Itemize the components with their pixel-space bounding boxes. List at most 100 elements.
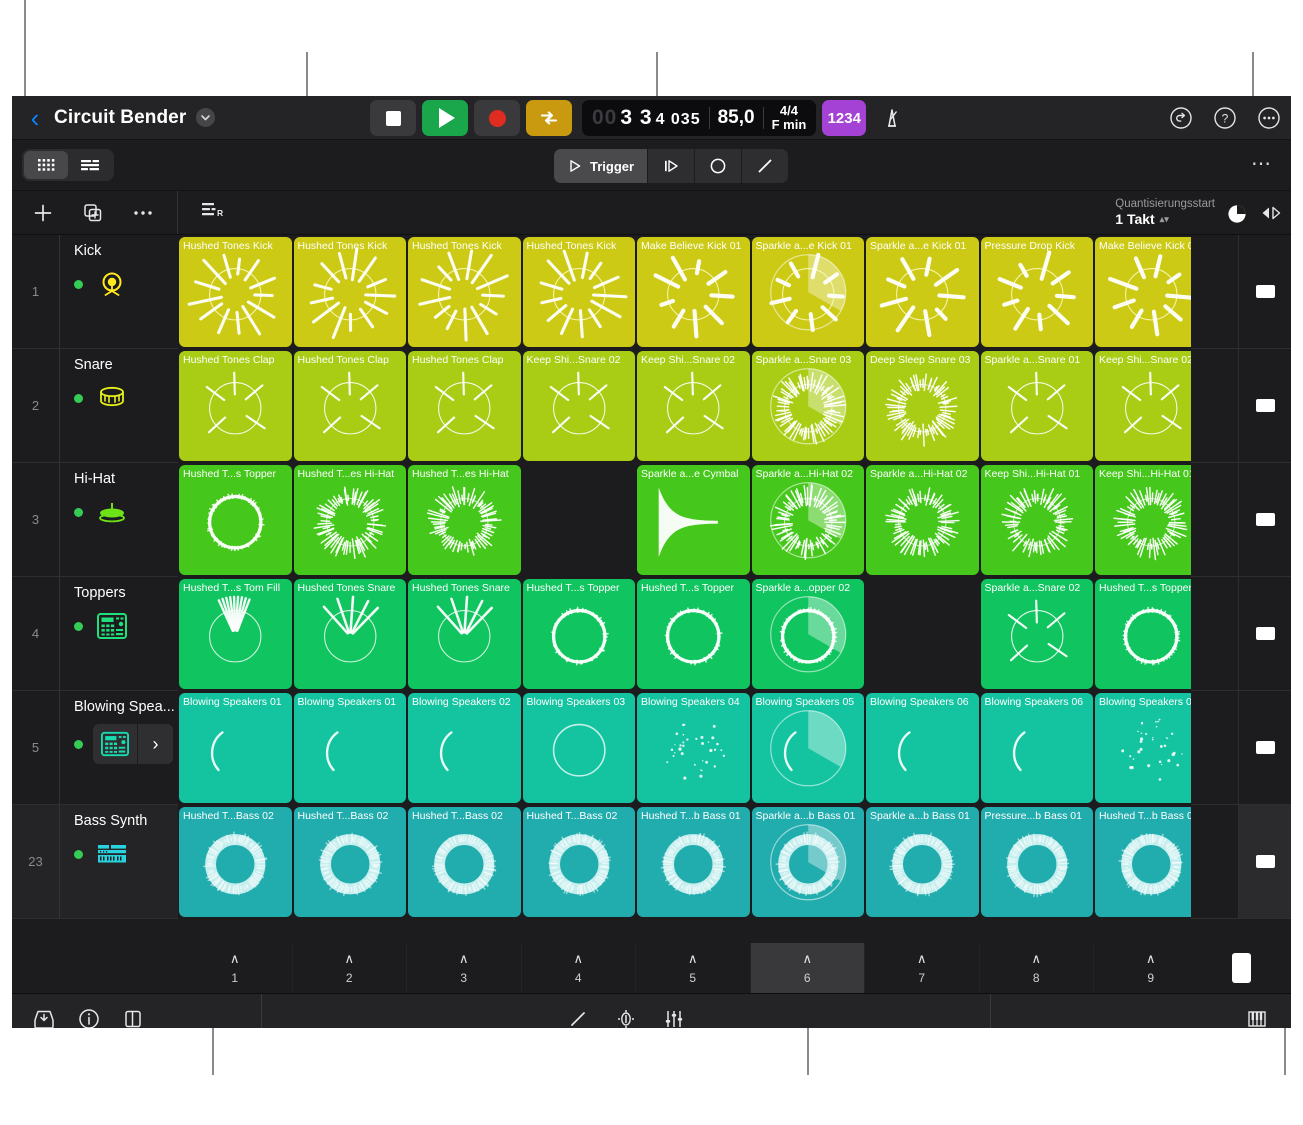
track-header-hihat[interactable]: 3 Hi-Hat <box>12 463 178 577</box>
more-circle-icon[interactable] <box>1257 106 1281 130</box>
stop-square-icon[interactable] <box>1255 855 1275 868</box>
track-enable-led[interactable] <box>74 393 83 403</box>
grid-cell[interactable]: Deep Sleep Snare 03 <box>865 349 980 463</box>
scene-trigger[interactable]: ∧ 9 <box>1094 943 1191 993</box>
grid-cell[interactable]: Hushed Tones Kick <box>178 235 293 349</box>
clip-cell[interactable]: Keep Shi...Snare 02 <box>522 351 635 461</box>
clip-cell[interactable]: Hushed Tones Snare <box>408 579 521 689</box>
drum-machine-icon[interactable] <box>93 610 131 642</box>
clip-cell[interactable]: Hushed T...s Topper <box>179 465 292 575</box>
grid-cell[interactable]: Blowing Speakers 03 <box>522 691 637 805</box>
clip-cell[interactable]: Make Believe Kick 01 <box>1095 237 1191 347</box>
empty-clip-slot[interactable] <box>866 579 979 689</box>
row-settings-icon[interactable]: R <box>178 200 224 225</box>
grid-cell[interactable]: Sparkle a...b Bass 01 <box>865 805 980 919</box>
kick-drum-icon[interactable] <box>93 268 131 300</box>
track-header-kick[interactable]: 1 Kick <box>12 235 178 349</box>
count-in-button[interactable]: 1234 <box>822 100 867 136</box>
help-icon[interactable]: ? <box>1213 106 1237 130</box>
chevron-right-icon[interactable]: › <box>137 724 173 764</box>
clip-cell[interactable]: Hushed Tones Kick <box>293 237 406 347</box>
instrument-selector[interactable]: › <box>93 724 173 764</box>
back-chevron-icon[interactable]: ‹ <box>20 105 50 131</box>
clip-cell[interactable]: Hushed T...s Tom Fill <box>179 579 292 689</box>
clip-cell[interactable]: Hushed T...s Topper <box>1095 579 1191 689</box>
clip-cell[interactable]: Sparkle a...Snare 01 <box>980 351 1093 461</box>
clip-cell[interactable]: Sparkle a...e Kick 01 <box>866 237 979 347</box>
grid-cell[interactable]: Make Believe Kick 01 <box>636 235 751 349</box>
grid-cell[interactable]: Hushed T...s Topper <box>636 577 751 691</box>
mode-line[interactable] <box>742 149 788 183</box>
clip-cell[interactable]: Hushed T...s Topper <box>522 579 635 689</box>
clip-cell[interactable]: Blowing Speakers 04 <box>1095 693 1191 803</box>
grid-cell[interactable]: Sparkle a...opper 02 <box>751 577 866 691</box>
grid-cell[interactable] <box>522 463 637 577</box>
stop-square-icon[interactable] <box>1255 741 1275 754</box>
sidebar-panel-icon[interactable] <box>122 1008 144 1028</box>
grid-cell[interactable]: Blowing Speakers 05 <box>751 691 866 805</box>
grid-cell[interactable]: Make Believe Kick 01 <box>1094 235 1191 349</box>
automation-icon[interactable] <box>615 1008 637 1028</box>
grid-cell[interactable]: Hushed T...s Topper <box>522 577 637 691</box>
track-enable-led[interactable] <box>74 621 83 631</box>
grid-cell[interactable]: Hushed T...s Topper <box>1094 577 1191 691</box>
grid-cell[interactable]: Pressure...b Bass 01 <box>980 805 1095 919</box>
clip-cell[interactable]: Make Believe Kick 01 <box>637 237 750 347</box>
grid-cell[interactable]: Hushed T...es Hi-Hat <box>293 463 408 577</box>
clip-cell[interactable]: Keep Shi...Hi-Hat 01 <box>1095 465 1191 575</box>
grid-cell[interactable]: Sparkle a...Hi-Hat 02 <box>865 463 980 577</box>
grid-cell[interactable]: Sparkle a...e Cymbal <box>636 463 751 577</box>
scene-trigger[interactable]: ∧ 4 <box>522 943 636 993</box>
grid-cell[interactable]: Hushed Tones Kick <box>293 235 408 349</box>
grid-cell[interactable]: Blowing Speakers 01 <box>178 691 293 805</box>
grid-cell[interactable]: Keep Shi...Snare 02 <box>1094 349 1191 463</box>
cycle-button[interactable] <box>526 100 572 136</box>
stop-all-icon[interactable] <box>1231 953 1251 983</box>
stop-button[interactable] <box>370 100 416 136</box>
scene-trigger[interactable]: ∧ 1 <box>178 943 293 993</box>
clip-cell[interactable]: Pressure Drop Kick <box>980 237 1093 347</box>
grid-cell[interactable]: Sparkle a...Snare 02 <box>980 577 1095 691</box>
grid-cell[interactable]: Hushed Tones Clap <box>293 349 408 463</box>
clip-cell[interactable]: Blowing Speakers 01 <box>179 693 292 803</box>
clip-cell[interactable]: Hushed T...s Topper <box>637 579 750 689</box>
clip-cell[interactable]: Sparkle a...e Cymbal <box>637 465 750 575</box>
clip-cell[interactable]: Hushed T...Bass 02 <box>408 807 521 917</box>
empty-clip-slot[interactable] <box>523 465 636 575</box>
grid-cell[interactable]: Hushed T...Bass 02 <box>522 805 637 919</box>
grid-cell[interactable]: Hushed T...Bass 02 <box>178 805 293 919</box>
snare-drum-icon[interactable] <box>93 382 131 414</box>
clip-cell[interactable]: Sparkle a...opper 02 <box>751 579 864 689</box>
grid-cell[interactable]: Hushed T...b Bass 01 <box>636 805 751 919</box>
clip-cell[interactable]: Blowing Speakers 01 <box>293 693 406 803</box>
grid-cell[interactable]: Pressure Drop Kick <box>980 235 1095 349</box>
view-switch-grid[interactable] <box>24 151 68 179</box>
view-switch-list[interactable] <box>68 151 112 179</box>
grid-cell[interactable]: Hushed Tones Snare <box>407 577 522 691</box>
track-header-bass-synth[interactable]: 23 Bass Synth <box>12 805 178 919</box>
info-icon[interactable] <box>78 1008 100 1028</box>
grid-cell[interactable]: Hushed Tones Clap <box>407 349 522 463</box>
clip-cell[interactable]: Hushed Tones Clap <box>293 351 406 461</box>
grid-cell[interactable]: Hushed Tones Clap <box>178 349 293 463</box>
scene-trigger[interactable]: ∧ 8 <box>980 943 1094 993</box>
chevron-down-icon[interactable] <box>196 108 216 127</box>
track-header-snare[interactable]: 2 Snare <box>12 349 178 463</box>
clip-cell[interactable]: Hushed Tones Kick <box>522 237 635 347</box>
grid-cell[interactable]: Blowing Speakers 01 <box>293 691 408 805</box>
piano-keyboard-icon[interactable] <box>1245 1008 1269 1028</box>
clip-cell[interactable]: Keep Shi...Hi-Hat 01 <box>980 465 1093 575</box>
clip-cell[interactable]: Blowing Speakers 06 <box>866 693 979 803</box>
grid-cell[interactable]: Keep Shi...Hi-Hat 01 <box>1094 463 1191 577</box>
grid-cell[interactable]: Sparkle a...e Kick 01 <box>751 235 866 349</box>
grid-cell[interactable]: Blowing Speakers 04 <box>1094 691 1191 805</box>
stop-square-icon[interactable] <box>1255 285 1275 298</box>
scene-trigger[interactable]: ∧ 3 <box>407 943 522 993</box>
clip-cell[interactable]: Hushed T...es Hi-Hat <box>408 465 521 575</box>
grid-overflow-menu[interactable]: ⋯ <box>1251 154 1273 174</box>
clip-cell[interactable]: Hushed Tones Kick <box>408 237 521 347</box>
grid-cell[interactable]: Sparkle a...b Bass 01 <box>751 805 866 919</box>
clip-cell[interactable]: Hushed T...b Bass 01 <box>637 807 750 917</box>
clip-cell[interactable]: Blowing Speakers 06 <box>980 693 1093 803</box>
clip-cell[interactable]: Keep Shi...Snare 02 <box>1095 351 1191 461</box>
